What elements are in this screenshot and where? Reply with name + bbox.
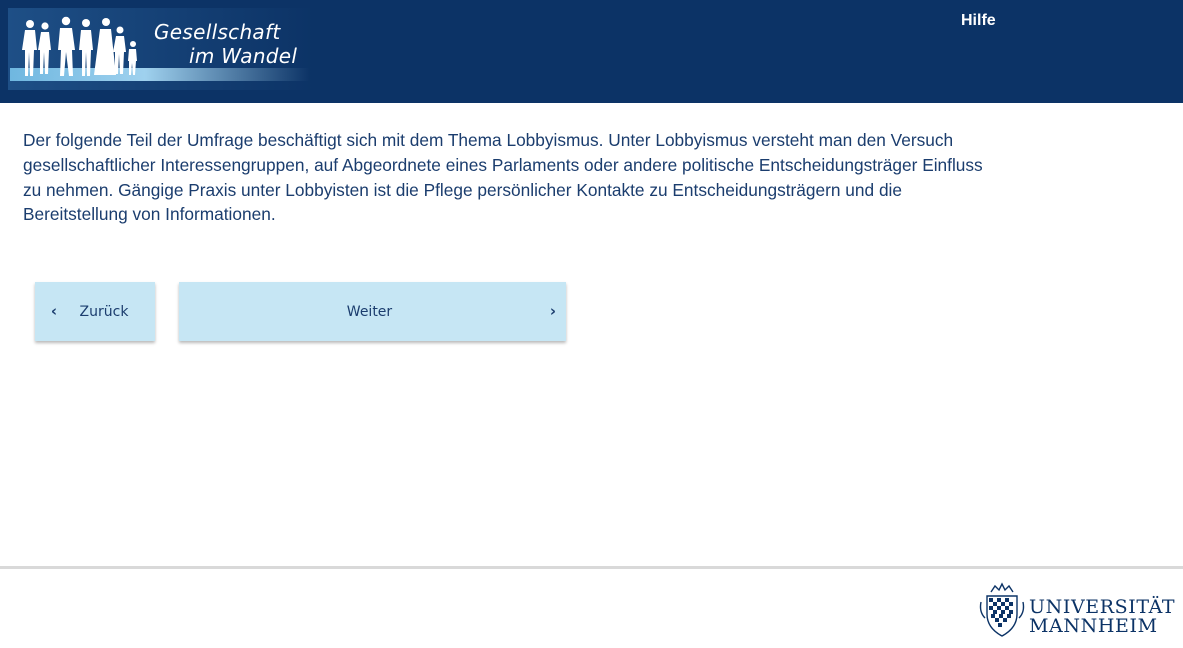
university-name-line2: MANNHEIM	[1029, 615, 1158, 637]
gesellschaft-im-wandel-logo: Gesellschaft im Wandel	[8, 8, 314, 90]
footer-divider	[0, 566, 1183, 569]
back-button[interactable]: ‹ Zurück	[35, 282, 155, 341]
intro-text: Der folgende Teil der Umfrage beschäftig…	[23, 130, 983, 225]
universitaet-mannheim-logo: UNIVERSITÄT MANNHEIM	[977, 582, 1179, 642]
help-link[interactable]: Hilfe	[961, 12, 996, 30]
chevron-left-icon: ‹	[50, 302, 58, 320]
logo-title-line1: Gesellschaft	[154, 20, 281, 44]
next-button[interactable]: Weiter ›	[179, 282, 566, 341]
header-bar: Gesellschaft im Wandel Hilfe	[0, 0, 1183, 103]
back-button-label: Zurück	[79, 303, 129, 320]
chevron-right-icon: ›	[549, 302, 556, 320]
next-button-label: Weiter	[346, 303, 393, 320]
logo-title-line2: im Wandel	[189, 44, 298, 68]
mannheim-crest-icon	[979, 582, 1025, 637]
